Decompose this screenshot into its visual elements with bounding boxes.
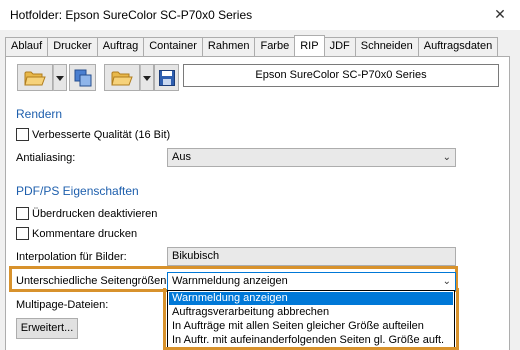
overprint-option[interactable]: Überdrucken deaktivieren [16,207,157,220]
interpolation-label: Interpolation für Bilder: [16,251,127,263]
load-button[interactable] [104,64,140,91]
quality-label: Verbesserte Qualität (16 Bit) [32,128,171,141]
load-dropdown-button[interactable] [140,64,154,91]
tab-jdf[interactable]: JDF [324,37,355,56]
chevron-down-icon [143,72,151,84]
comments-checkbox[interactable] [16,227,29,240]
save-button[interactable] [154,64,179,91]
tab-drucker[interactable]: Drucker [47,37,97,56]
tab-rip[interactable]: RIP [294,35,325,56]
tab-farbe[interactable]: Farbe [254,37,295,56]
multipage-label: Multipage-Dateien: [16,299,109,311]
tab-auftrag[interactable]: Auftrag [96,37,144,56]
title-bar: Hotfolder: Epson SureColor SC-P70x0 Seri… [0,0,520,30]
quality-checkbox[interactable] [16,128,29,141]
advanced-button[interactable]: Erweitert... [16,318,78,339]
pagesize-label: Unterschiedliche Seitengrößen: [16,275,170,287]
quality-option[interactable]: Verbesserte Qualität (16 Bit) [16,128,170,141]
folder-open-icon [111,69,133,87]
overprint-checkbox[interactable] [16,207,29,220]
floppy-disk-icon [158,69,175,86]
pagesize-value: Warnmeldung anzeigen [172,275,288,287]
tab-bar: Ablauf Drucker Auftrag Container Rahmen … [5,35,499,56]
interpolation-select[interactable]: Bikubisch [167,247,456,266]
copy-settings-button[interactable] [69,64,96,91]
section-title-render: Rendern [16,107,63,121]
section-title-pdf: PDF/PS Eigenschaften [16,184,139,198]
tab-schneiden[interactable]: Schneiden [354,37,418,56]
highlight-dropdown [163,288,459,350]
interpolation-value: Bikubisch [172,250,220,262]
tab-auftragsdaten[interactable]: Auftragsdaten [417,37,499,56]
antialiasing-select[interactable]: Aus ⌄ [167,148,456,167]
printer-name-field: Epson SureColor SC-P70x0 Series [183,64,499,87]
open-dropdown-button[interactable] [53,64,67,91]
close-icon[interactable]: ✕ [490,4,510,24]
chevron-down-icon [56,72,64,84]
antialiasing-value: Aus [172,151,191,163]
comments-label: Kommentare drucken [32,227,138,240]
tab-rahmen[interactable]: Rahmen [201,37,255,56]
hotfolder-window: Hotfolder: Epson SureColor SC-P70x0 Seri… [0,0,520,350]
overprint-label: Überdrucken deaktivieren [32,207,158,220]
tab-container[interactable]: Container [143,37,202,56]
copy-settings-icon [74,69,92,87]
open-button[interactable] [17,64,53,91]
tab-ablauf[interactable]: Ablauf [5,37,48,56]
antialiasing-label: Antialiasing: [16,152,76,164]
window-title: Hotfolder: Epson SureColor SC-P70x0 Seri… [10,8,253,22]
folder-open-icon [24,69,46,87]
chevron-down-icon: ⌄ [442,152,451,163]
comments-option[interactable]: Kommentare drucken [16,227,137,240]
